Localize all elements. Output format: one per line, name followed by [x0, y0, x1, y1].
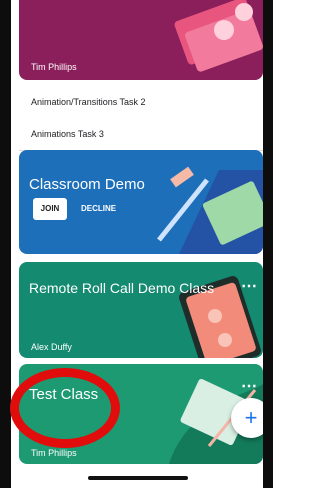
class-title[interactable]: Classroom Demo — [29, 176, 145, 193]
red-circle-annotation — [10, 368, 120, 448]
home-indicator — [88, 476, 188, 480]
task-title: Animations Task 3 — [31, 129, 104, 139]
class-title[interactable]: Remote Roll Call Demo Class — [29, 280, 214, 296]
class-owner: Alex Duffy — [31, 342, 72, 352]
task-item[interactable]: Animation/Transitions Task 2 — [19, 86, 263, 119]
class-owner: Tim Phillips — [31, 62, 77, 72]
class-card-remote-roll-call[interactable]: Remote Roll Call Demo Class ⋯ Alex Duffy — [19, 262, 263, 358]
more-vert-icon[interactable]: ⋯ — [241, 376, 257, 396]
device-frame-right — [263, 0, 273, 488]
class-card-tim-phillips[interactable]: Tim Phillips — [19, 0, 263, 80]
add-class-button[interactable]: + — [231, 398, 263, 438]
decline-button[interactable]: DECLINE — [81, 198, 116, 220]
class-card-classroom-demo[interactable]: Classroom Demo JOIN DECLINE — [19, 150, 263, 254]
device-frame-left — [0, 0, 11, 488]
join-button[interactable]: JOIN — [33, 198, 67, 220]
more-vert-icon[interactable]: ⋯ — [241, 276, 257, 296]
task-item[interactable]: Animations Task 3 — [19, 118, 263, 151]
class-owner: Tim Phillips — [31, 448, 77, 458]
task-title: Animation/Transitions Task 2 — [31, 97, 146, 107]
